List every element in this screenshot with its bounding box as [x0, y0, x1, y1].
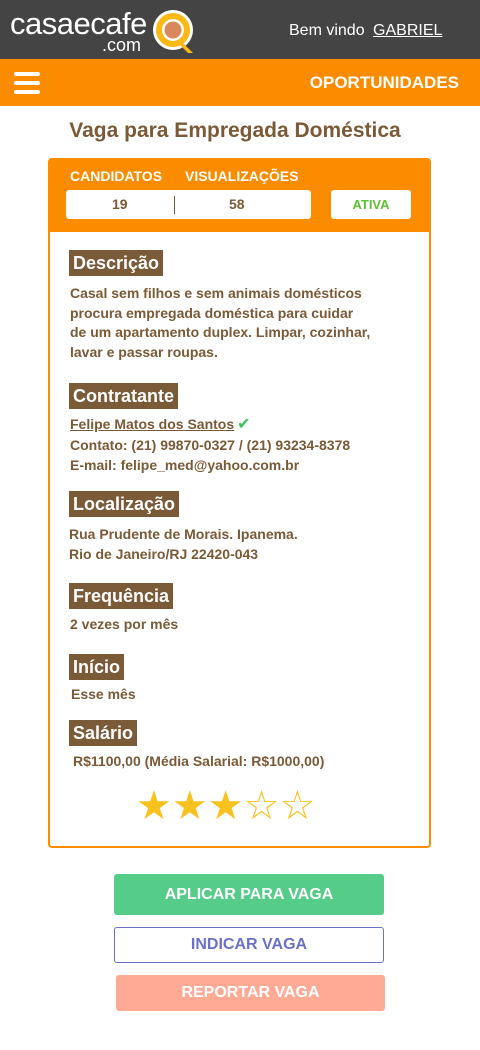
top-header: casaecafe .com Bem vindo GABRIEL [0, 0, 480, 59]
start-heading: Início [69, 654, 125, 680]
description-line: procura empregada doméstica para cuidar [70, 304, 354, 321]
description-line: Casal sem filhos e sem animais doméstico… [70, 285, 362, 301]
contractor-contact: Contato: (21) 99870-0327 / (21) 93234-83… [70, 437, 351, 453]
frequency-value: 2 vezes por mês [70, 616, 179, 632]
nav-title[interactable]: OPORTUNIDADES [310, 73, 459, 93]
star-filled-icon: ★ [136, 784, 172, 828]
start-value: Esse mês [71, 686, 136, 702]
nav-bar: OPORTUNIDADES [0, 59, 480, 106]
brand-suffix: .com [102, 35, 142, 55]
rating-stars: ★★★☆☆ [136, 786, 315, 826]
views-count: 58 [229, 196, 245, 212]
hamburger-menu-icon[interactable] [14, 72, 42, 94]
job-stats-header: CANDIDATOS VISUALIZAÇÕES 19 58 ATIVA [50, 160, 429, 232]
contractor-name-link[interactable]: Felipe Matos dos Santos [70, 416, 234, 432]
stats-divider [174, 196, 175, 214]
star-empty-icon: ☆ [279, 784, 316, 828]
coffee-cup-logo-icon [150, 8, 198, 61]
indicate-button[interactable]: INDICAR VAGA [114, 927, 384, 963]
candidates-count: 19 [112, 196, 128, 212]
salary-heading: Salário [69, 720, 138, 746]
location-city: Rio de Janeiro/RJ 22420-043 [69, 546, 259, 562]
job-title: Vaga para Empregada Doméstica [69, 119, 401, 142]
contractor-heading: Contratante [69, 383, 179, 409]
star-empty-icon: ☆ [243, 784, 280, 828]
location-heading: Localização [69, 491, 180, 517]
report-button[interactable]: REPORTAR VAGA [116, 975, 385, 1011]
stats-box: 19 58 [66, 190, 311, 219]
description-line: de um apartamento duplex. Limpar, cozinh… [70, 324, 371, 340]
brand-logo[interactable]: casaecafe .com [10, 6, 200, 56]
salary-value: R$1100,00 (Média Salarial: R$1000,00) [73, 753, 325, 769]
user-name-link[interactable]: GABRIEL [373, 22, 442, 39]
views-label: VISUALIZAÇÕES [185, 168, 299, 184]
welcome-message: Bem vindo GABRIEL [289, 22, 442, 40]
welcome-label: Bem vindo [289, 22, 365, 39]
star-filled-icon: ★ [171, 784, 208, 828]
description-line: lavar e passar roupas. [70, 343, 218, 360]
frequency-heading: Frequência [69, 583, 174, 609]
job-card: CANDIDATOS VISUALIZAÇÕES 19 58 ATIVA Des… [48, 158, 431, 848]
candidates-label: CANDIDATOS [70, 168, 163, 184]
contractor-name-row: Felipe Matos dos Santos ✔ [70, 414, 251, 434]
star-filled-icon: ★ [207, 784, 244, 828]
apply-button[interactable]: APLICAR PARA VAGA [114, 874, 384, 915]
description-text: Casal sem filhos e sem animais doméstico… [70, 284, 370, 362]
status-badge: ATIVA [331, 190, 411, 219]
description-heading: Descrição [69, 250, 164, 276]
contractor-email: E-mail: felipe_med@yahoo.com.br [70, 457, 300, 473]
location-address: Rua Prudente de Morais. Ipanema. [69, 526, 298, 542]
verified-check-icon: ✔ [237, 416, 251, 433]
